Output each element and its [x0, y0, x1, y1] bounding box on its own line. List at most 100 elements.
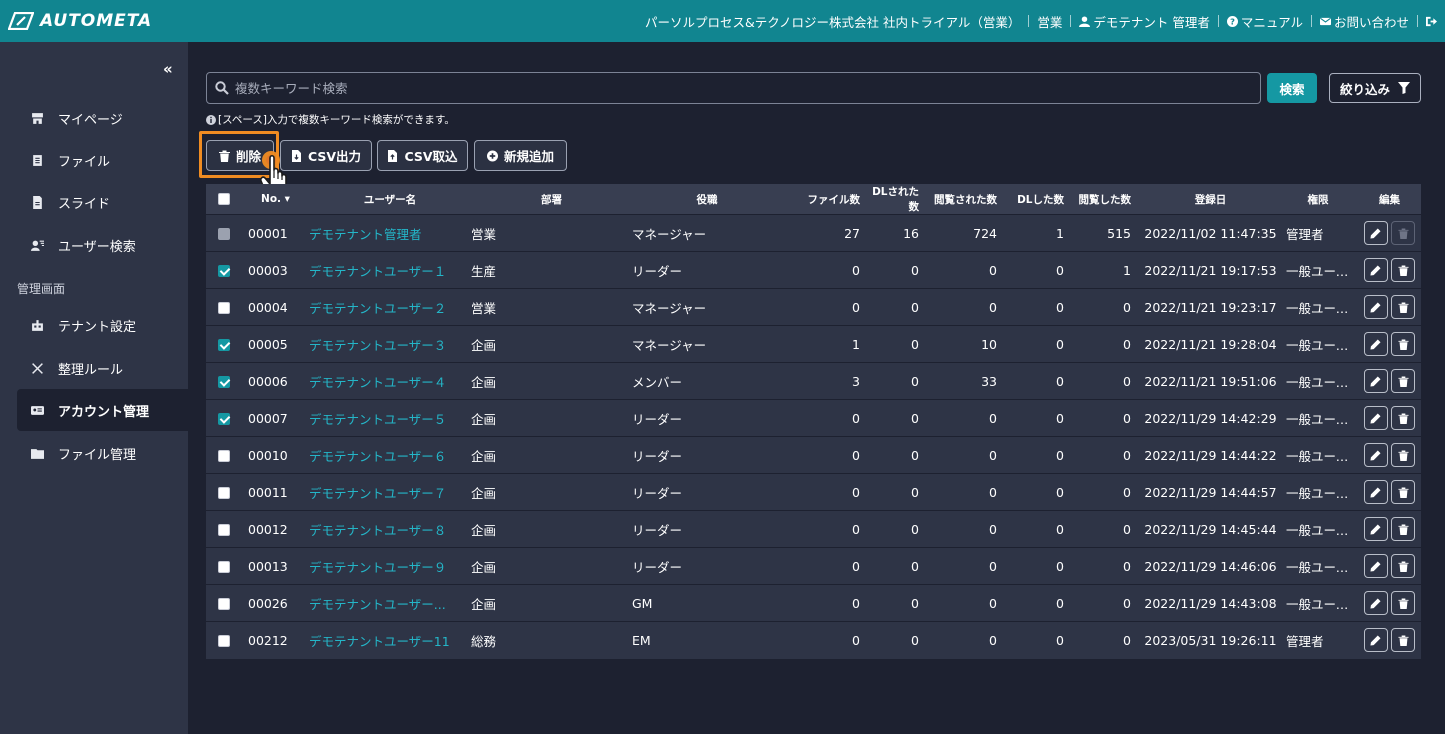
edit-button[interactable] — [1363, 443, 1388, 467]
table-row: 00004 デモテナントユーザー２ 営業 マネージャー 0 0 0 0 0 2022/11/21 … — [206, 288, 1421, 326]
trash-icon — [1398, 301, 1409, 313]
cell-views: 0 — [1076, 399, 1143, 437]
user-name-link[interactable]: デモテナントユーザー９ — [309, 560, 446, 575]
hint-text: [スペース]入力で複数キーワード検索ができます。 — [218, 114, 455, 126]
edit-button[interactable] — [1363, 554, 1388, 578]
user-name-link[interactable]: デモテナント管理者 — [309, 227, 422, 242]
delete-row-button[interactable] — [1391, 369, 1416, 393]
user-search-icon — [31, 240, 44, 251]
delete-row-button[interactable] — [1391, 332, 1416, 356]
edit-button[interactable] — [1363, 628, 1388, 653]
edit-button[interactable] — [1363, 591, 1388, 615]
sidebar-item-label: マイページ — [58, 112, 123, 128]
collapse-sidebar-button[interactable]: « — [163, 60, 173, 78]
row-checkbox[interactable] — [218, 635, 230, 648]
sidebar-item-files[interactable]: ファイル — [17, 139, 188, 181]
edit-button[interactable] — [1363, 369, 1388, 393]
column-header-department[interactable]: 部署 — [471, 184, 632, 215]
column-header-registered[interactable]: 登録日 — [1143, 184, 1278, 215]
user-name-link[interactable]: デモテナントユーザー11 — [309, 634, 450, 649]
cell-downloads: 0 — [1009, 436, 1076, 474]
filter-button[interactable]: 絞り込み — [1329, 73, 1421, 103]
search-button[interactable]: 検索 — [1267, 73, 1317, 103]
edit-button[interactable] — [1363, 332, 1388, 356]
file-upload-icon — [388, 149, 398, 162]
user-name-link[interactable]: デモテナントユーザー８ — [309, 523, 446, 538]
cell-no: 00003 — [242, 251, 309, 289]
sidebar-item-account-management[interactable]: アカウント管理 — [17, 389, 188, 431]
cell-department: 営業 — [471, 214, 632, 252]
logo[interactable]: AUTOMETA — [8, 11, 152, 31]
row-checkbox[interactable] — [218, 598, 230, 610]
user-name-link[interactable]: デモテナントユーザー３ — [309, 338, 446, 353]
user-name-link[interactable]: デモテナントユーザー６ — [309, 449, 446, 464]
edit-button[interactable] — [1363, 517, 1388, 541]
delete-row-button[interactable] — [1391, 554, 1416, 578]
column-header-downloads[interactable]: DLした数 — [1009, 184, 1076, 215]
column-header-title[interactable]: 役職 — [632, 184, 782, 215]
sidebar-item-tenant-settings[interactable]: テナント設定 — [17, 304, 188, 346]
cell-no: 00013 — [242, 547, 309, 585]
row-checkbox[interactable] — [218, 450, 230, 462]
column-header-role[interactable]: 権限 — [1278, 184, 1358, 215]
divider — [1070, 15, 1072, 27]
cell-registered: 2023/05/31 19:26:11 — [1143, 621, 1278, 659]
column-header-views[interactable]: 閲覧した数 — [1076, 184, 1143, 215]
delete-row-button[interactable] — [1391, 591, 1416, 615]
building-icon — [32, 319, 43, 331]
sidebar-item-user-search[interactable]: ユーザー検索 — [17, 224, 188, 266]
user-name-link[interactable]: デモテナントユーザー... — [309, 597, 446, 612]
logout-button[interactable] — [1426, 16, 1437, 27]
user-menu[interactable]: デモテナント 管理者 — [1079, 12, 1210, 31]
edit-button[interactable] — [1363, 295, 1388, 319]
row-checkbox[interactable] — [218, 376, 230, 388]
delete-row-button[interactable] — [1391, 517, 1416, 541]
select-all-checkbox[interactable] — [218, 193, 230, 205]
row-checkbox[interactable] — [218, 561, 230, 573]
row-checkbox[interactable] — [218, 302, 230, 314]
row-checkbox[interactable] — [218, 413, 230, 425]
sidebar-item-rules[interactable]: 整理ルール — [17, 347, 188, 389]
user-name-link[interactable]: デモテナントユーザー１ — [309, 264, 446, 279]
edit-button[interactable] — [1363, 258, 1388, 282]
contact-link[interactable]: お問い合わせ — [1319, 12, 1409, 31]
manual-link[interactable]: ? マニュアル — [1226, 12, 1303, 31]
column-header-viewed[interactable]: 閲覧された数 — [931, 184, 1009, 215]
sidebar-item-slides[interactable]: スライド — [17, 181, 188, 223]
cell-no: 00007 — [242, 399, 309, 437]
cell-downloads: 0 — [1009, 362, 1076, 400]
cell-views: 0 — [1076, 547, 1143, 585]
user-name-link[interactable]: デモテナントユーザー４ — [309, 375, 446, 390]
edit-button[interactable] — [1363, 480, 1388, 504]
cell-role: 一般ユーザー — [1278, 288, 1358, 326]
sidebar-item-mypage[interactable]: マイページ — [17, 97, 188, 139]
trash-icon — [1398, 486, 1409, 498]
cell-registered: 2022/11/29 14:46:06 — [1143, 547, 1278, 585]
delete-row-button[interactable] — [1391, 480, 1416, 504]
row-checkbox[interactable] — [218, 524, 230, 536]
add-new-button[interactable]: 新規追加 — [474, 140, 567, 171]
column-header-username[interactable]: ユーザー名 — [309, 184, 471, 215]
user-name-link[interactable]: デモテナントユーザー５ — [309, 412, 446, 427]
row-checkbox[interactable] — [218, 265, 230, 277]
column-header-downloaded[interactable]: DLされた数 — [872, 184, 931, 215]
table-row: 00011 デモテナントユーザー７ 企画 リーダー 0 0 0 0 0 2022/11/29 14… — [206, 473, 1421, 511]
sidebar-item-file-management[interactable]: ファイル管理 — [17, 432, 188, 474]
delete-row-button[interactable] — [1391, 628, 1416, 653]
row-checkbox[interactable] — [218, 339, 230, 351]
column-header-no[interactable]: No. ▾ — [242, 184, 309, 215]
edit-button[interactable] — [1363, 406, 1388, 430]
cell-title: EM — [632, 621, 782, 659]
csv-import-button[interactable]: CSV取込 — [377, 140, 468, 171]
user-name-link[interactable]: デモテナントユーザー７ — [309, 486, 446, 501]
delete-row-button[interactable] — [1391, 258, 1416, 282]
edit-button[interactable] — [1363, 221, 1388, 245]
trash-icon — [1398, 227, 1409, 239]
delete-row-button[interactable] — [1391, 443, 1416, 467]
search-input[interactable] — [235, 80, 1235, 96]
user-name-link[interactable]: デモテナントユーザー２ — [309, 301, 446, 316]
row-checkbox[interactable] — [218, 487, 230, 499]
delete-row-button[interactable] — [1391, 295, 1416, 319]
delete-row-button[interactable] — [1391, 406, 1416, 430]
column-header-file-count[interactable]: ファイル数 — [782, 184, 872, 215]
